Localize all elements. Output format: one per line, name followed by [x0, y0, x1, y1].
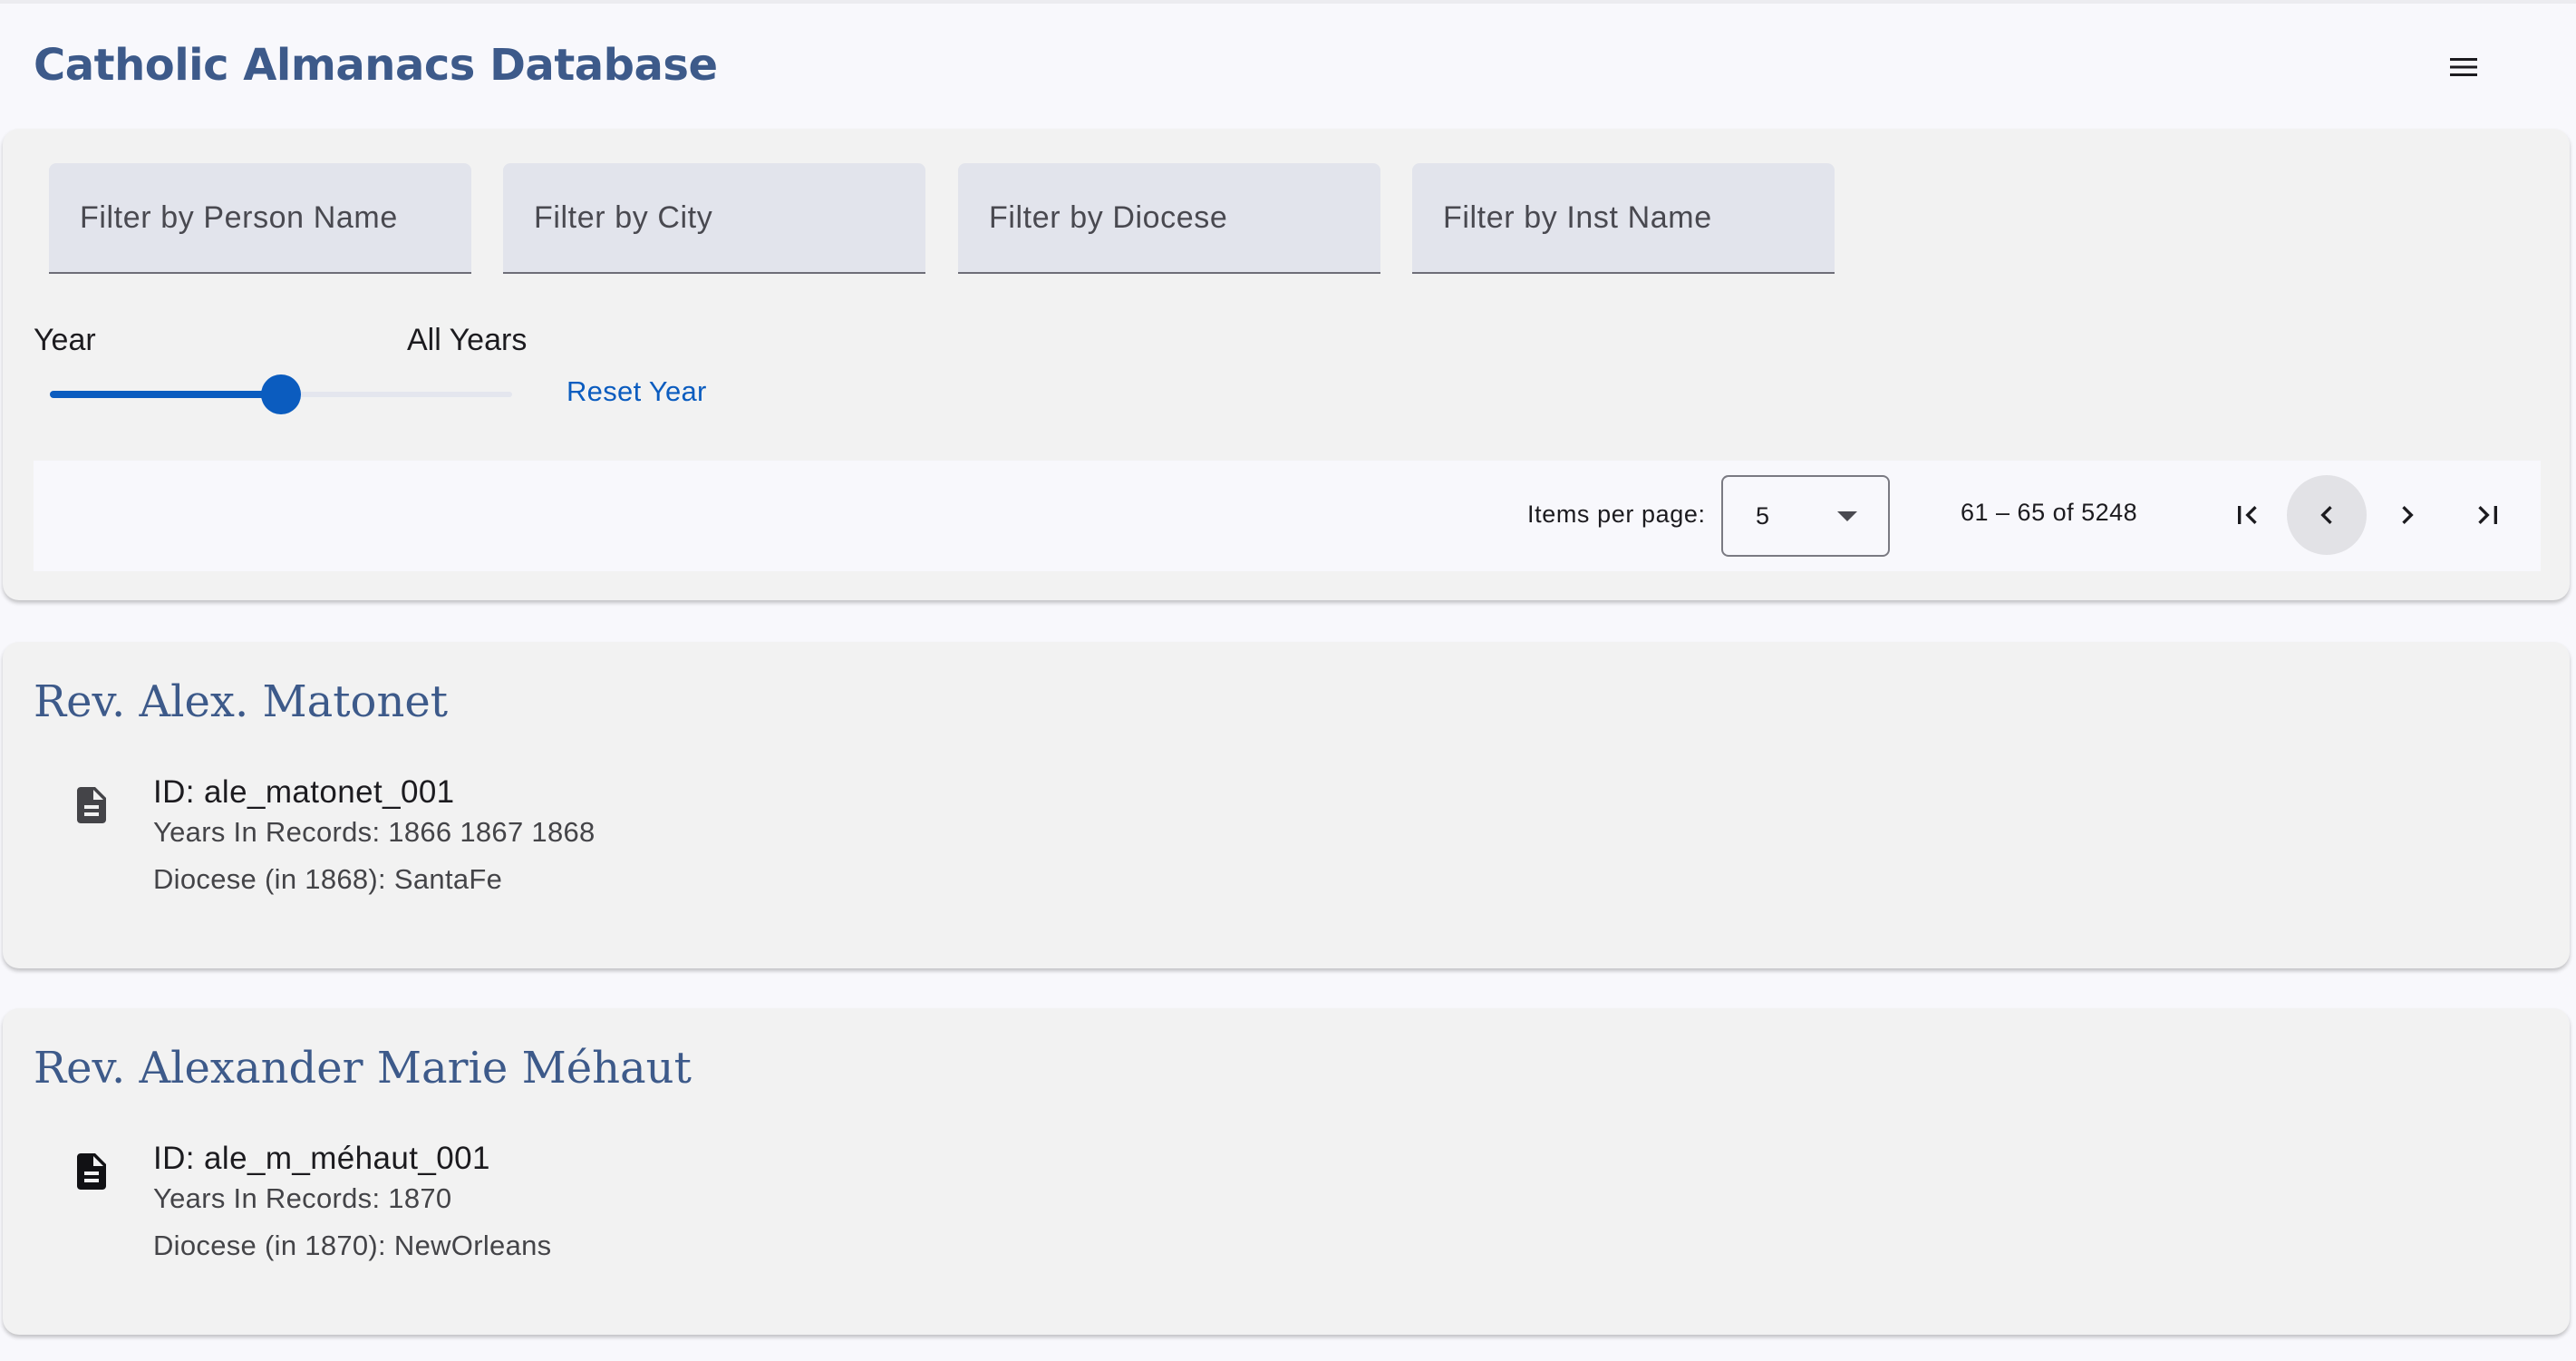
app-header: Catholic Almanacs Database — [0, 0, 2576, 132]
previous-page-button[interactable] — [2287, 475, 2367, 555]
app-title: Catholic Almanacs Database — [34, 40, 718, 91]
year-slider[interactable] — [50, 372, 512, 417]
record-name[interactable]: Rev. Alex. Matonet — [34, 676, 448, 727]
document-icon — [77, 787, 106, 823]
diocese-filter-field — [958, 163, 1380, 274]
last-page-icon — [2478, 506, 2497, 524]
record-card: Rev. Alexander Marie Méhaut ID: ale_m_mé… — [3, 1008, 2570, 1335]
record-card: Rev. Alex. Matonet ID: ale_matonet_001 Y… — [3, 642, 2570, 968]
items-per-page-value: 5 — [1756, 502, 1770, 530]
record-years: Years In Records: 1870 — [153, 1182, 452, 1214]
items-per-page-label: Items per page: — [1527, 501, 1706, 528]
previous-page-icon — [2320, 506, 2332, 524]
inst-name-filter-input[interactable] — [1412, 163, 1835, 272]
dropdown-arrow-icon — [1837, 511, 1857, 521]
year-value-label: All Years — [407, 323, 528, 357]
first-page-icon — [2238, 506, 2257, 524]
city-filter-input[interactable] — [503, 163, 925, 272]
next-page-button[interactable] — [2368, 475, 2447, 555]
page: Catholic Almanacs Database Year All Year… — [0, 0, 2576, 1361]
last-page-button[interactable] — [2448, 475, 2528, 555]
page-range-label: 61 – 65 of 5248 — [1961, 499, 2138, 526]
record-id: ID: ale_m_méhaut_001 — [153, 1141, 490, 1176]
record-id: ID: ale_matonet_001 — [153, 774, 455, 810]
city-filter-field — [503, 163, 925, 274]
record-name[interactable]: Rev. Alexander Marie Méhaut — [34, 1043, 692, 1094]
year-label: Year — [34, 323, 96, 357]
record-diocese: Diocese (in 1870): NewOrleans — [153, 1230, 552, 1261]
items-per-page-select[interactable]: 5 — [1721, 475, 1890, 557]
filter-panel: Year All Years Reset Year Items per page… — [3, 129, 2570, 600]
record-diocese: Diocese (in 1868): SantaFe — [153, 863, 503, 895]
menu-button[interactable] — [2438, 42, 2489, 92]
person-name-filter-input[interactable] — [49, 163, 471, 272]
next-page-icon — [2402, 506, 2414, 524]
record-years: Years In Records: 1866 1867 1868 — [153, 816, 596, 848]
menu-icon — [2450, 58, 2477, 76]
diocese-filter-input[interactable] — [958, 163, 1380, 272]
inst-name-filter-field — [1412, 163, 1835, 274]
paginator: Items per page: 5 61 – 65 of 5248 — [34, 461, 2541, 571]
document-icon — [77, 1153, 106, 1190]
year-slider-thumb[interactable] — [261, 374, 301, 414]
person-name-filter-field — [49, 163, 471, 274]
reset-year-button[interactable]: Reset Year — [567, 375, 707, 408]
year-slider-fill — [50, 391, 281, 398]
first-page-button[interactable] — [2207, 475, 2287, 555]
